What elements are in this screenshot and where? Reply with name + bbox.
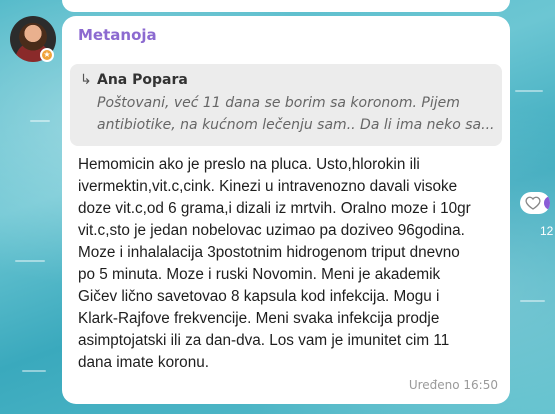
message-line: asimptojatski ili za dan-dva. Los vam je… bbox=[78, 332, 450, 349]
message-line: Moze i inhalalacija 3postotnim hidrogeno… bbox=[78, 244, 460, 261]
message-text: Hemomicin ako je preslo na pluca. Usto,h… bbox=[78, 154, 503, 374]
reaction-count: 12 bbox=[540, 224, 554, 238]
reply-text-line: Poštovani, već 11 dana se borim sa koron… bbox=[97, 95, 460, 111]
reaction-button[interactable] bbox=[520, 192, 550, 214]
message-line: po 5 minuta. Moze i ruski Novomin. Meni … bbox=[78, 266, 441, 283]
reply-quote[interactable]: ↳ Ana Popara Poštovani, već 11 dana se b… bbox=[70, 64, 502, 146]
message-line: dana imate koronu. bbox=[78, 354, 209, 371]
star-badge-icon: ★ bbox=[40, 48, 54, 62]
author-name[interactable]: Metanoja bbox=[78, 26, 157, 44]
reply-author: Ana Popara bbox=[97, 72, 188, 88]
message-line: vit.c,sto je jedan nobelovac uzimao pa d… bbox=[78, 222, 465, 239]
message-bubble[interactable]: Metanoja ↳ Ana Popara Poštovani, već 11 … bbox=[62, 16, 510, 404]
message-line: Hemomicin ako je preslo na pluca. Usto,h… bbox=[78, 156, 420, 173]
reply-text: Poštovani, već 11 dana se borim sa koron… bbox=[97, 92, 493, 136]
edited-timestamp: Uređeno 16:50 bbox=[408, 378, 498, 392]
message-line: doze vit.c,od 6 grama,i dizali iz mrtvih… bbox=[78, 200, 471, 217]
reply-text-line: antibiotike, na kućnom lečenju sam.. Da … bbox=[97, 117, 493, 133]
reply-arrow-icon: ↳ bbox=[80, 72, 92, 88]
message-line: Klark-Rajfove frekvencije. Meni svaka in… bbox=[78, 310, 440, 327]
heart-icon bbox=[525, 196, 541, 210]
message-line: ivermektin,vit.c,cink. Kinezi u intraven… bbox=[78, 178, 458, 195]
reaction-avatar-icon bbox=[544, 196, 550, 210]
previous-message-bubble bbox=[62, 0, 510, 12]
message-line: Gičev lično savetovao 8 kapsula kod infe… bbox=[78, 288, 440, 305]
